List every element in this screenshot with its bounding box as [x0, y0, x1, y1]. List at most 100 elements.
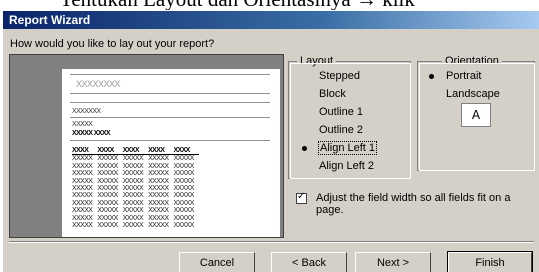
preview-cell: XXXXX: [72, 177, 93, 185]
preview-cell: XXXXX: [72, 162, 93, 170]
preview-cell: XXXXX: [173, 155, 194, 163]
preview-cell: XXXXX: [148, 162, 169, 170]
radio-button[interactable]: [298, 142, 310, 154]
preview-rule: [70, 74, 270, 75]
preview-rule: [70, 117, 270, 118]
radio-button[interactable]: [298, 160, 310, 172]
radio-button[interactable]: [298, 106, 310, 118]
preview-cell: XXXXX: [122, 214, 144, 222]
preview-rule: [70, 93, 270, 94]
preview-cell: XXXXX: [72, 214, 93, 222]
portrait-page-icon: A: [461, 103, 491, 127]
layout-option-stepped[interactable]: Stepped: [298, 70, 360, 82]
radio-button[interactable]: [425, 70, 437, 82]
finish-button[interactable]: Finish: [447, 251, 533, 272]
finish-button-label: Finish: [475, 256, 505, 269]
radio-dot-icon: [302, 110, 307, 115]
preview-header-cell: XXXX: [148, 147, 174, 156]
preview-cell: XXXXX: [72, 185, 93, 193]
preview-rule: [70, 102, 270, 103]
radio-dot-icon: [302, 74, 307, 79]
preview-row: XXXXX XXXXX XXXXX XXXXX XXXXX: [72, 163, 199, 170]
adjust-width-checkbox[interactable]: [296, 191, 307, 204]
back-button[interactable]: < Back: [271, 252, 347, 272]
orientation-option-label: Portrait: [446, 70, 482, 82]
preview-row: XXXXX XXXXX XXXXX XXXXX XXXXX: [72, 185, 199, 192]
layout-option-block[interactable]: Block: [298, 88, 346, 100]
preview-cell: XXXXX: [97, 162, 118, 170]
layout-option-align-left-1[interactable]: Align Left 1: [298, 141, 378, 155]
layout-option-label: Align Left 2: [319, 160, 375, 172]
preview-cell: XXXXX: [173, 199, 194, 207]
adjust-width-option[interactable]: Adjust the field width so all fields fit…: [296, 191, 511, 216]
radio-dot-icon: [429, 92, 434, 97]
layout-option-outline-1[interactable]: Outline 1: [298, 106, 363, 118]
preview-cell: XXXXX: [122, 177, 144, 185]
preview-row: XXXXX XXXXX XXXXX XXXXX XXXXX: [72, 200, 199, 207]
preview-row: XXXXX XXXXX XXXXX XXXXX XXXXX: [72, 222, 199, 229]
preview-cell: XXXXX: [72, 170, 93, 178]
screen: Tentukan Layout dan Orientasinya → klik …: [0, 0, 539, 272]
title-bar[interactable]: Report Wizard: [3, 11, 539, 29]
preview-cell: XXXXX: [148, 207, 169, 215]
preview-cell: XXXXX: [173, 170, 194, 178]
preview-row: XXXXX XXXXX XXXXX XXXXX XXXXX: [72, 215, 199, 222]
radio-dot-icon: [302, 128, 307, 133]
preview-header-cell: XXXX: [72, 147, 98, 156]
preview-header-cell: XXXX: [122, 147, 149, 156]
preview-cell: XXXXX: [97, 222, 118, 230]
preview-cell: XXXXX: [122, 192, 144, 200]
preview-cell: XXXXX: [148, 177, 169, 185]
radio-dot-icon: [301, 145, 307, 151]
preview-cell: XXXXX: [122, 162, 144, 170]
preview-row: XXXXX XXXXX XXXXX XXXXX XXXXX: [72, 170, 199, 177]
preview-cell: XXXXX: [122, 207, 144, 215]
preview-row: XXXXX XXXXX XXXXX XXXXX XXXXX: [72, 155, 199, 163]
back-button-label: < Back: [292, 256, 326, 269]
layout-option-outline-2[interactable]: Outline 2: [298, 124, 363, 136]
preview-cell: XXXXX: [97, 192, 118, 200]
orientation-option-label: Landscape: [446, 88, 500, 100]
orientation-option-portrait[interactable]: Portrait: [425, 70, 481, 82]
preview-header-cell: XXXX: [173, 147, 199, 156]
preview-row: XXXXX XXXXX XXXXX XXXXX XXXXX: [72, 207, 199, 214]
layout-option-label: Outline 1: [319, 106, 364, 118]
radio-button[interactable]: [298, 88, 310, 100]
radio-button[interactable]: [298, 124, 310, 136]
orientation-option-landscape[interactable]: Landscape: [425, 88, 500, 100]
radio-dot-icon: [302, 164, 307, 169]
next-button-label: Next >: [376, 256, 410, 269]
preview-cell: XXXXX: [173, 177, 194, 185]
preview-group-line: XXXXXXX: [72, 108, 101, 115]
preview-cell: XXXXX: [148, 185, 169, 193]
preview-row: XXXXX XXXXX XXXXX XXXXX XXXXX: [72, 178, 199, 185]
cancel-button[interactable]: Cancel: [179, 252, 255, 272]
preview-cell: XXXXX: [122, 199, 144, 207]
preview-cell: XXXXX: [72, 199, 93, 207]
cancel-button-label: Cancel: [199, 256, 235, 269]
preview-cell: XXXXX: [97, 177, 118, 185]
preview-cell: XXXXX: [72, 222, 93, 230]
button-separator: [9, 241, 534, 243]
preview-cell: XXXXX: [122, 185, 144, 193]
preview-cell: XXXXX: [173, 162, 194, 170]
preview-row: XXXXX XXXXX XXXXX XXXXX XXXXX: [72, 192, 199, 199]
layout-option-align-left-2[interactable]: Align Left 2: [298, 160, 374, 172]
next-button[interactable]: Next >: [355, 252, 431, 272]
preview-cell: XXXXX: [122, 170, 144, 178]
preview-cell: XXXXX: [173, 185, 194, 193]
preview-cell: XXXXX: [148, 199, 169, 207]
layout-group-caption: Layout: [297, 55, 337, 67]
layout-option-label: Stepped: [319, 70, 360, 82]
radio-button[interactable]: [298, 70, 310, 82]
layout-option-label: Block: [319, 88, 346, 100]
preview-cell: XXXXX: [148, 155, 169, 163]
report-wizard-dialog: Report Wizard How would you like to lay …: [2, 10, 539, 272]
radio-button[interactable]: [425, 88, 437, 100]
preview-cell: XXXXX: [173, 214, 194, 222]
preview-cell: XXXXX: [122, 222, 144, 230]
preview-cell: XXXXX: [72, 207, 93, 215]
preview-cell: XXXXX: [173, 222, 194, 230]
preview-group-line: XXXXX: [72, 121, 93, 128]
radio-dot-icon: [428, 73, 434, 79]
